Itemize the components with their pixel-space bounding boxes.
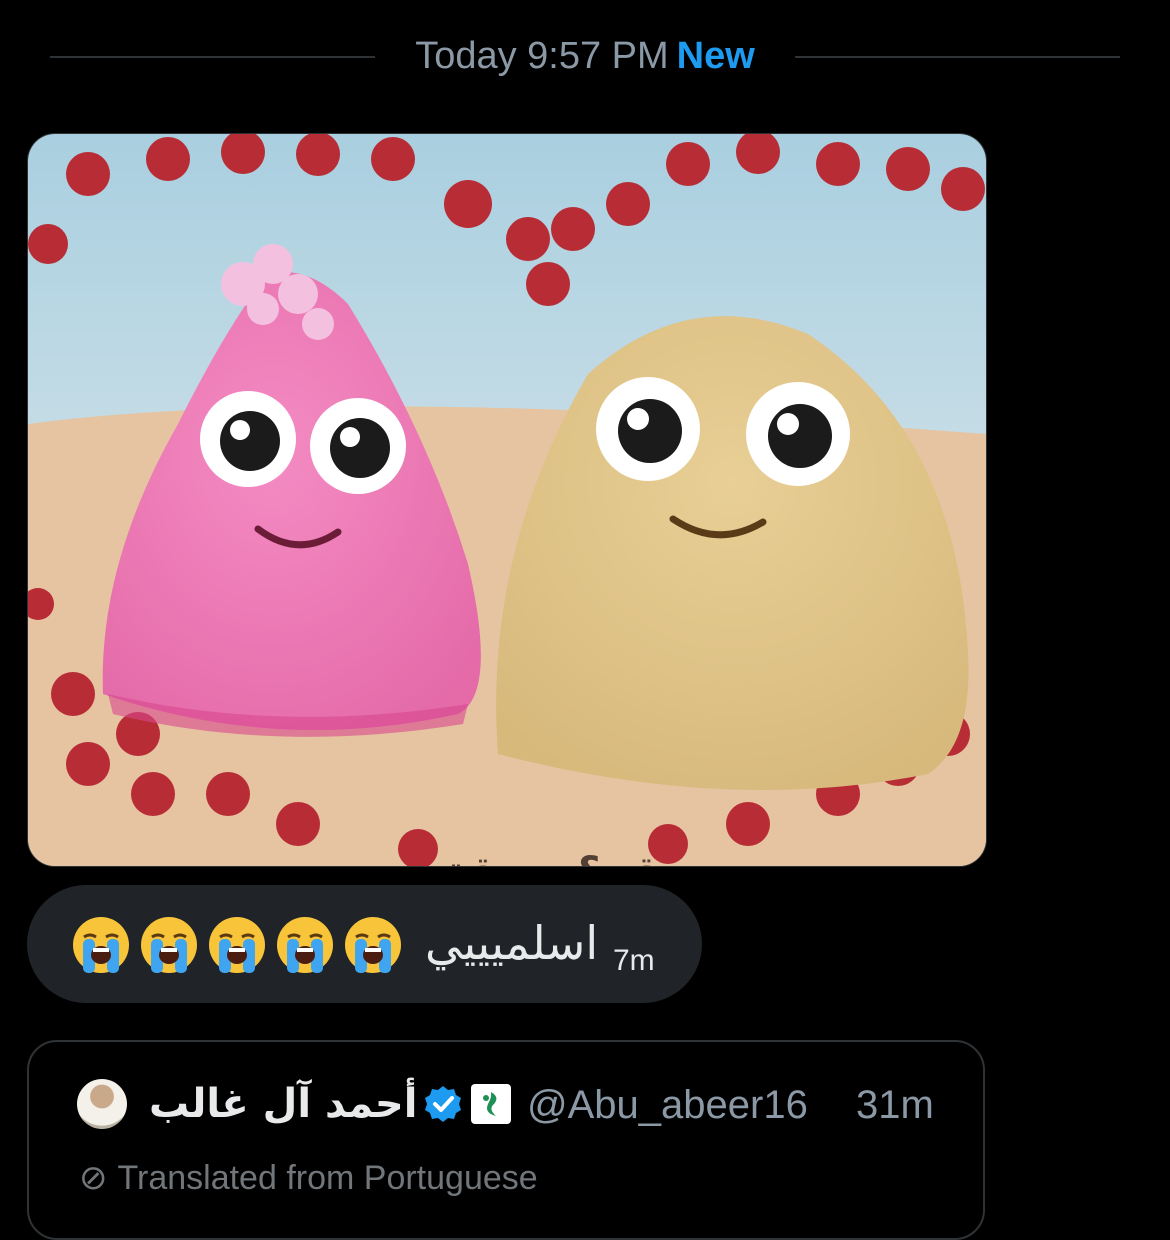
message-text: اسلميييي — [425, 916, 599, 970]
author-name[interactable]: أحمد آل غالب — [149, 1076, 417, 1132]
emoji-row — [71, 915, 403, 975]
quoted-post-card[interactable]: أحمد آل غالب @Abu_abeer16 31m ⊘ Translate… — [27, 1040, 985, 1240]
author-handle[interactable]: @Abu_abeer16 — [527, 1080, 808, 1130]
organization-logo-icon — [483, 1092, 497, 1116]
cartoon-couple-illustration — [28, 134, 986, 866]
post-time: 31m — [856, 1083, 934, 1127]
message-bubble[interactable]: اسلميييي 7m — [27, 885, 702, 1003]
verified-badge-icon — [425, 1086, 461, 1122]
message-time: 7m — [613, 944, 655, 977]
affiliation-badge-icon — [471, 1084, 511, 1124]
image-caption: زق & زويقة — [393, 849, 733, 866]
translate-icon: ⊘ — [79, 1159, 108, 1197]
new-label: New — [676, 35, 755, 77]
loudly-crying-face-icon — [141, 917, 197, 973]
loudly-crying-face-icon — [277, 917, 333, 973]
divider-time: Today 9:57 PM — [415, 35, 669, 77]
translated-notice: ⊘ Translated from Portuguese — [79, 1158, 538, 1198]
shared-image[interactable]: زق & زويقة — [27, 133, 987, 867]
divider-line-right — [795, 56, 1120, 58]
translated-label: Translated from Portuguese — [117, 1159, 538, 1197]
avatar[interactable] — [77, 1079, 127, 1129]
loudly-crying-face-icon — [209, 917, 265, 973]
divider-line-left — [50, 56, 375, 58]
loudly-crying-face-icon — [345, 917, 401, 973]
loudly-crying-face-icon — [73, 917, 129, 973]
new-messages-divider: Today 9:57 PM New — [380, 32, 790, 80]
